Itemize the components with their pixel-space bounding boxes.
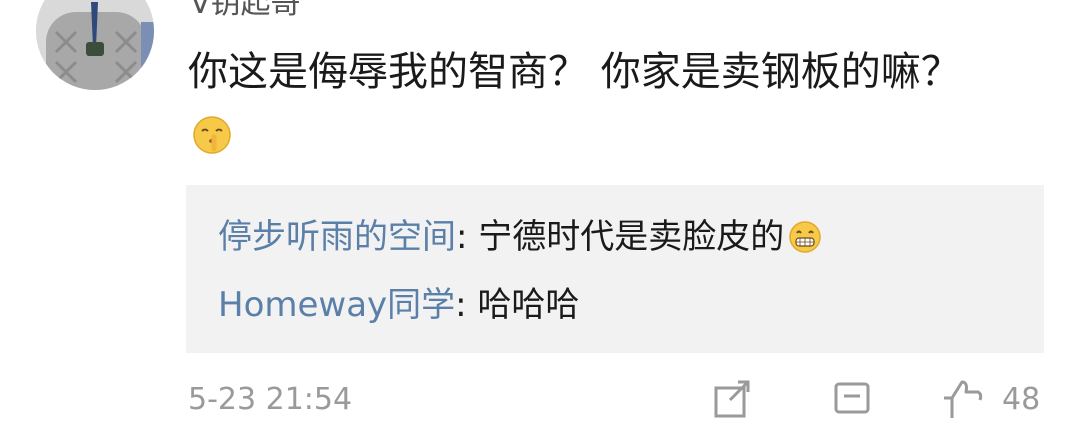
username[interactable]: V钥起哥 bbox=[190, 0, 301, 24]
shush-face-emoji-icon bbox=[192, 110, 232, 174]
reply-author[interactable]: 停步听雨的空间 bbox=[218, 217, 456, 257]
comment-button[interactable] bbox=[832, 378, 872, 422]
thumbs-up-icon bbox=[944, 380, 983, 418]
reply-author[interactable]: Homeway同学 bbox=[218, 285, 455, 325]
reply-text: 哈哈哈 bbox=[477, 285, 580, 325]
comment-text: 你这是侮辱我的智商？ 你家是卖钢板的嘛？ bbox=[188, 49, 961, 95]
like-count: 48 bbox=[1002, 382, 1041, 417]
share-button[interactable] bbox=[712, 378, 752, 422]
reply-item: Homeway同学: 哈哈哈 bbox=[218, 281, 579, 329]
reply-text: 宁德时代是卖脸皮的 bbox=[478, 217, 785, 257]
reply-item: 停步听雨的空间: 宁德时代是卖脸皮的 bbox=[218, 213, 822, 267]
grin-emoji-icon bbox=[788, 219, 822, 267]
comment-body: 你这是侮辱我的智商？ 你家是卖钢板的嘛？ bbox=[188, 40, 988, 174]
avatar[interactable] bbox=[36, 0, 154, 90]
reply-separator: : bbox=[456, 217, 479, 257]
share-icon bbox=[714, 380, 750, 418]
reply-separator: : bbox=[455, 285, 478, 325]
comment-icon bbox=[834, 382, 870, 414]
reply-box[interactable]: 停步听雨的空间: 宁德时代是卖脸皮的 Homeway同学: 哈哈哈 bbox=[186, 185, 1044, 353]
timestamp: 5-23 21:54 bbox=[188, 382, 353, 417]
avatar-image bbox=[36, 0, 154, 90]
like-button[interactable] bbox=[940, 378, 984, 422]
